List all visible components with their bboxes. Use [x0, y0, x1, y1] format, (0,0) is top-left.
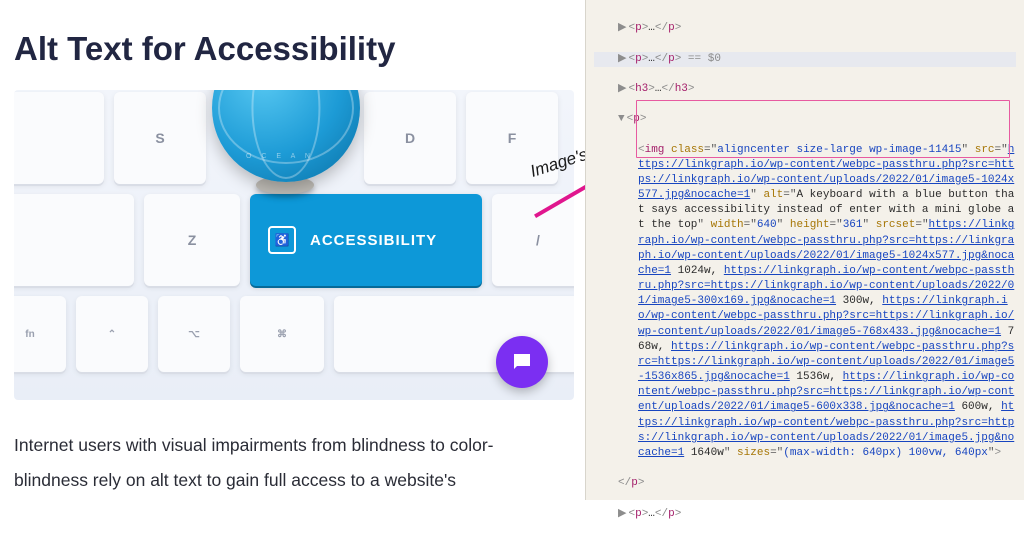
key-ctrl: ⌃	[76, 296, 148, 372]
globe-ocean-label: O C E A N	[246, 153, 314, 160]
key-command: ⌘	[240, 296, 324, 372]
key-fn: fn	[14, 296, 66, 372]
article-body: Internet users with visual impairments f…	[14, 428, 573, 498]
article-line-2: blindness rely on alt text to gain full …	[14, 470, 456, 490]
alt-attr-name: alt	[763, 189, 783, 201]
article-pane: Alt Text for Accessibility S D F Z ♿ ACC…	[0, 0, 585, 500]
globe-icon: O C E A N	[212, 90, 360, 182]
devtools-elements-panel[interactable]: ▶<p>…</p> ▶<p>…</p> == $0 ▶<h3>…</h3> ▼<…	[585, 0, 1024, 500]
key-option: ⌥	[158, 296, 230, 372]
accessibility-icon: ♿	[268, 226, 296, 254]
key-caps-lock	[14, 92, 104, 184]
chat-widget-button[interactable]	[496, 336, 548, 388]
key-z: Z	[144, 194, 240, 286]
tag-p-open: p	[633, 113, 640, 125]
chat-icon	[510, 350, 534, 374]
tag-p-close: p	[631, 477, 638, 489]
key-s: S	[114, 92, 206, 184]
key-shift	[14, 194, 134, 286]
tag-p: p	[635, 22, 642, 34]
key-d: D	[364, 92, 456, 184]
tag-h3: h3	[635, 83, 648, 95]
img-element-source: <img class="aligncenter size-large wp-im…	[594, 143, 1016, 462]
key-accessibility: ♿ ACCESSIBILITY	[250, 194, 482, 286]
keyboard-illustration: S D F Z ♿ ACCESSIBILITY / fn ⌃ ⌥ ⌘ O C E…	[14, 90, 574, 400]
tag-p-last: p	[635, 508, 642, 520]
hero-image: S D F Z ♿ ACCESSIBILITY / fn ⌃ ⌥ ⌘ O C E…	[14, 90, 574, 400]
key-accessibility-label: ACCESSIBILITY	[310, 232, 437, 249]
article-line-1: Internet users with visual impairments f…	[14, 435, 494, 455]
tag-p-selected: p	[635, 53, 642, 65]
page-title: Alt Text for Accessibility	[14, 30, 573, 68]
html-source: ▶<p>…</p> ▶<p>…</p> == $0 ▶<h3>…</h3> ▼<…	[594, 6, 1016, 552]
